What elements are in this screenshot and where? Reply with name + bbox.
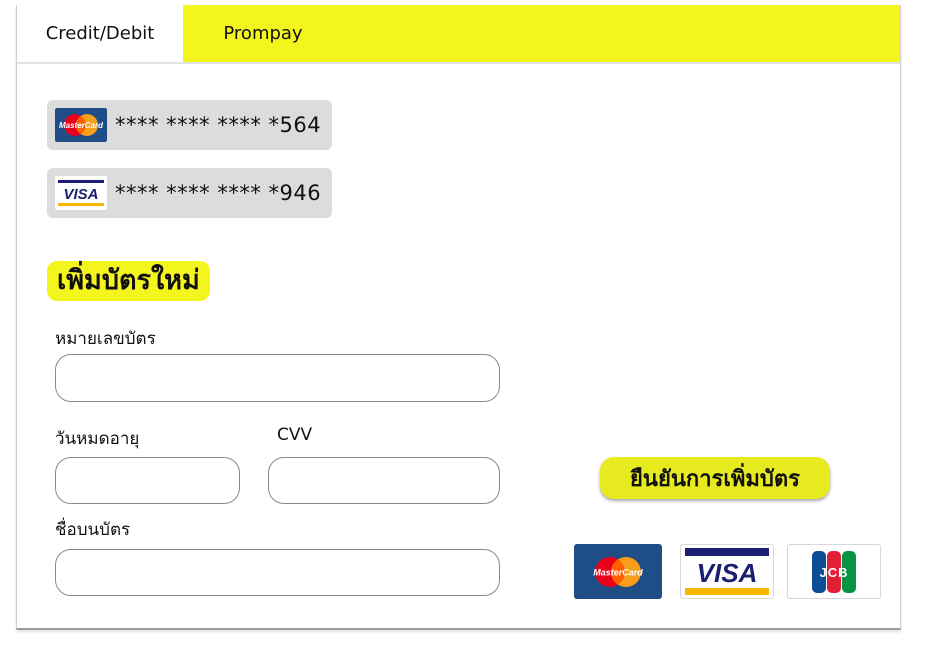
tab-prompay-label: Prompay [223, 23, 303, 44]
svg-text:VISA: VISA [697, 558, 758, 588]
cvv-input[interactable] [268, 457, 500, 504]
saved-card-visa[interactable]: VISA **** **** **** *946 [47, 168, 332, 218]
cardholder-name-label: ชื่อบนบัตร [55, 520, 131, 540]
accepted-brand-mastercard: MasterCard [574, 544, 662, 599]
svg-text:VISA: VISA [63, 186, 98, 203]
expiry-input[interactable] [55, 457, 240, 504]
svg-text:MasterCard: MasterCard [59, 121, 104, 130]
visa-logo-icon: VISA [55, 176, 107, 210]
cvv-label: CVV [277, 425, 313, 445]
cardholder-name-input[interactable] [55, 549, 500, 596]
svg-text:MasterCard: MasterCard [593, 567, 643, 577]
payment-panel: Credit/Debit Prompay MasterCard **** ***… [16, 5, 901, 630]
tab-prompay[interactable]: Prompay [183, 5, 343, 62]
card-number-input[interactable] [55, 354, 500, 402]
tab-credit-debit-label: Credit/Debit [45, 23, 155, 44]
mastercard-logo-icon: MasterCard [593, 556, 643, 587]
expiry-label: วันหมดอายุ [55, 429, 140, 449]
mastercard-logo-icon: MasterCard [55, 108, 107, 142]
tab-credit-debit[interactable]: Credit/Debit [17, 5, 183, 62]
accepted-brand-visa: VISA [680, 544, 774, 599]
svg-text:JCB: JCB [819, 565, 848, 580]
visa-logo-icon: VISA [685, 548, 769, 595]
accepted-brand-jcb: JCB [787, 544, 881, 599]
saved-card-number: **** **** **** *946 [115, 181, 322, 205]
confirm-add-card-button[interactable]: ยืนยันการเพิ่มบัตร [600, 457, 830, 499]
jcb-logo-icon: JCB [812, 550, 856, 593]
saved-card-number: **** **** **** *564 [115, 113, 322, 137]
add-new-card-title: เพิ่มบัตรใหม่ [47, 261, 210, 301]
card-number-label: หมายเลขบัตร [55, 329, 156, 349]
payment-method-tabs: Credit/Debit Prompay [17, 5, 900, 64]
saved-card-mastercard[interactable]: MasterCard **** **** **** *564 [47, 100, 332, 150]
